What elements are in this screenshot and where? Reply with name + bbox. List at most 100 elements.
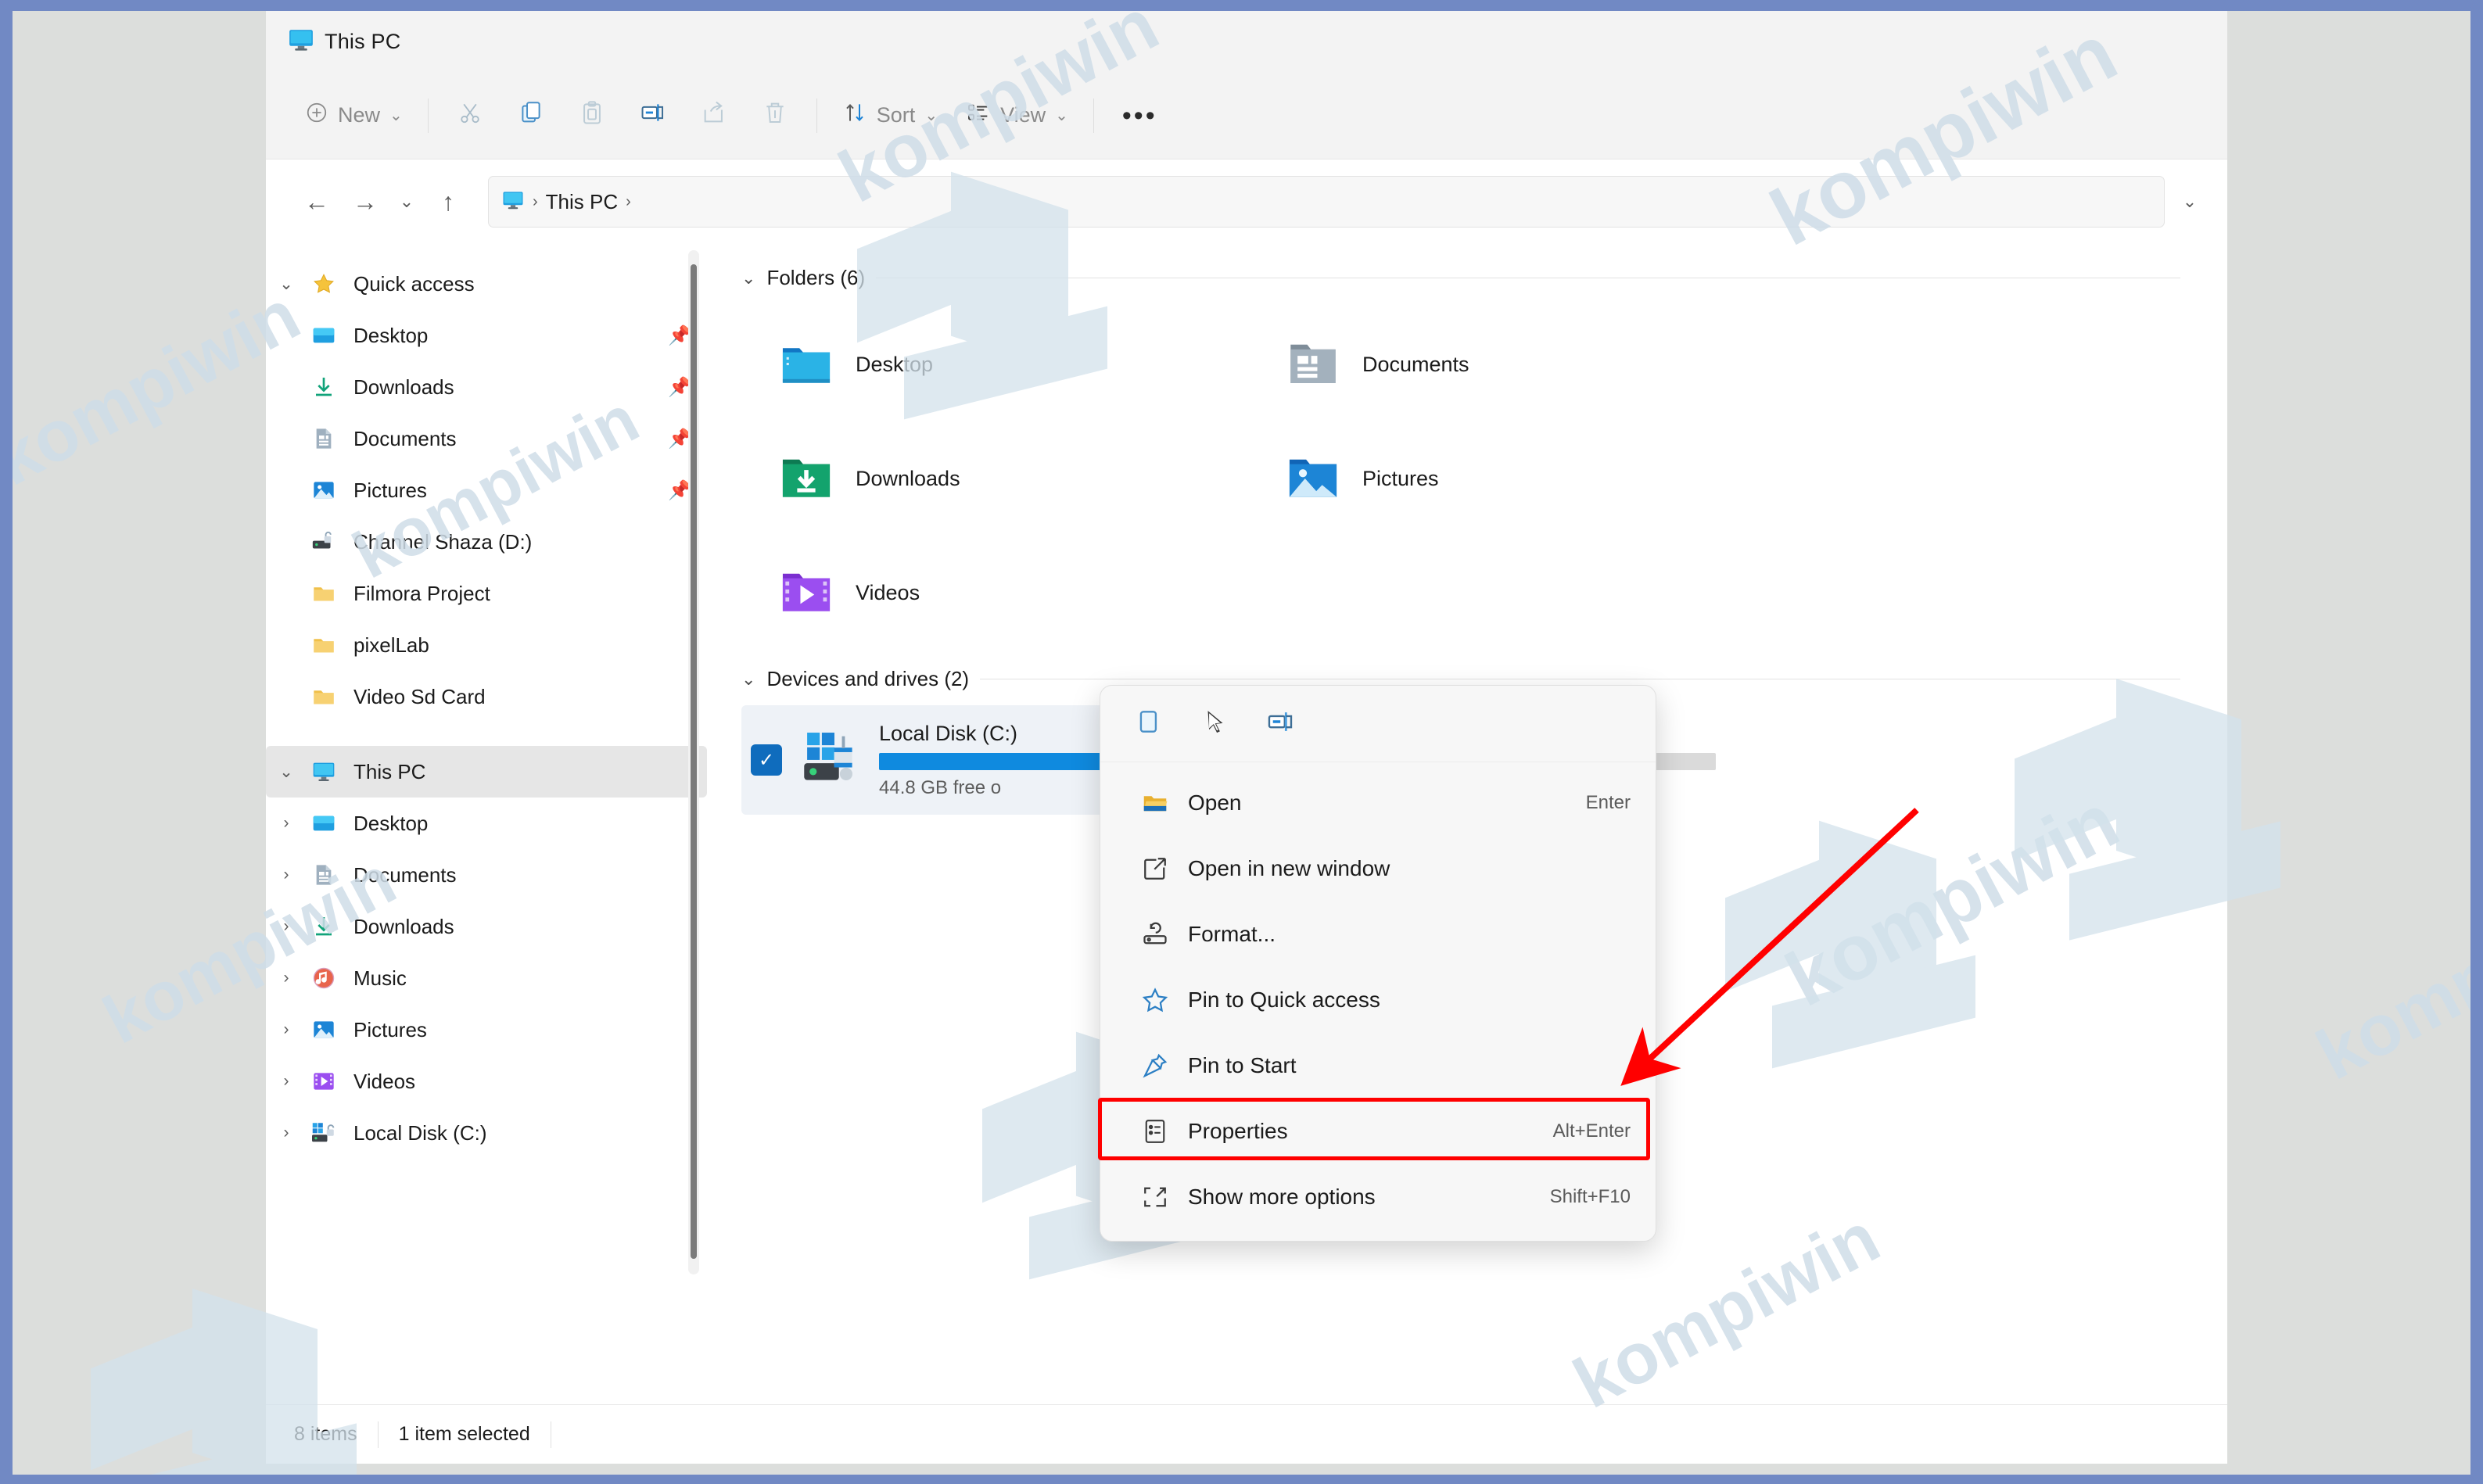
recent-locations-button[interactable]: ⌄: [389, 177, 424, 226]
sort-button[interactable]: Sort ⌄: [828, 90, 952, 142]
copy-icon[interactable]: [1135, 707, 1164, 740]
paste-button[interactable]: [562, 90, 623, 142]
sidebar-item-label: Channel Shaza (D:): [353, 530, 532, 554]
chevron-down-icon[interactable]: ⌄: [741, 669, 755, 690]
rename-icon[interactable]: [1266, 707, 1296, 740]
sidebar-item-desktop[interactable]: Desktop 📌: [266, 310, 707, 361]
folders-group-header[interactable]: ⌄ Folders (6): [741, 266, 2227, 290]
pictures-folder-icon: [1281, 445, 1345, 513]
breadcrumb-item-this-pc[interactable]: This PC: [546, 190, 618, 214]
chevron-right-icon[interactable]: ›: [266, 814, 307, 833]
separator: [428, 99, 429, 133]
document-icon: [307, 426, 341, 451]
sidebar-item-pictures[interactable]: Pictures 📌: [266, 464, 707, 516]
sidebar-scrollbar[interactable]: [688, 250, 699, 1274]
document-icon: [307, 862, 341, 887]
sidebar-item-pc-desktop[interactable]: › Desktop: [266, 798, 707, 849]
sidebar-item-pc-documents[interactable]: › Documents: [266, 849, 707, 901]
context-menu-item-format[interactable]: Format...: [1100, 902, 1656, 967]
share-button[interactable]: [684, 90, 745, 142]
sidebar-item-downloads[interactable]: Downloads 📌: [266, 361, 707, 413]
forward-button[interactable]: →: [341, 177, 389, 226]
folder-tile-desktop[interactable]: Desktop: [741, 307, 1248, 421]
breadcrumb[interactable]: › This PC ›: [488, 176, 2165, 228]
context-menu-item-pin-to-start[interactable]: Pin to Start: [1100, 1033, 1656, 1099]
chevron-down-icon[interactable]: ⌄: [741, 268, 755, 289]
copy-button[interactable]: [501, 90, 562, 142]
sidebar-item-label: Desktop: [353, 812, 428, 836]
sidebar-item-channel-shaza-d[interactable]: Channel Shaza (D:): [266, 516, 707, 568]
folder-tile-downloads[interactable]: Downloads: [741, 421, 1248, 536]
chevron-right-icon[interactable]: ›: [266, 969, 307, 988]
chevron-down-icon: ⌄: [1055, 106, 1068, 125]
status-bar: 8 items 1 item selected: [266, 1404, 2227, 1464]
sidebar-item-pc-pictures[interactable]: › Pictures: [266, 1004, 707, 1056]
chevron-down-icon[interactable]: ⌄: [266, 274, 307, 294]
context-menu-item-show-more-options[interactable]: Show more options Shift+F10: [1100, 1164, 1656, 1230]
chevron-right-icon[interactable]: ›: [266, 1124, 307, 1142]
context-menu-item-label: Open: [1188, 790, 1242, 815]
delete-button[interactable]: [745, 90, 806, 142]
sidebar-item-filmora-project[interactable]: Filmora Project: [266, 568, 707, 619]
music-icon: [307, 966, 341, 991]
rename-button[interactable]: [623, 90, 684, 142]
sidebar-item-local-disk-c[interactable]: › Local Disk (C:): [266, 1107, 707, 1159]
sidebar-item-pc-downloads[interactable]: › Downloads: [266, 901, 707, 952]
more-options-button[interactable]: •••: [1105, 90, 1175, 142]
drive-checkbox[interactable]: ✓: [751, 744, 782, 776]
chevron-right-icon[interactable]: ›: [266, 917, 307, 936]
new-button[interactable]: New ⌄: [291, 90, 417, 142]
folder-tile-label: Desktop: [856, 353, 933, 377]
folder-tile-pictures[interactable]: Pictures: [1248, 421, 1755, 536]
view-button[interactable]: View ⌄: [952, 90, 1082, 142]
breadcrumb-separator: ›: [626, 193, 631, 211]
folder-tile-documents[interactable]: Documents: [1248, 307, 1755, 421]
copy-icon: [518, 99, 544, 131]
chevron-down-icon[interactable]: ⌄: [266, 762, 307, 782]
sidebar-item-label: Filmora Project: [353, 582, 490, 606]
address-expand-button[interactable]: ⌄: [2169, 192, 2210, 212]
context-menu-item-label: Show more options: [1188, 1185, 1376, 1210]
windows-drive-icon: [307, 1119, 341, 1147]
picture-icon: [307, 478, 341, 503]
chevron-right-icon[interactable]: ›: [266, 866, 307, 884]
sidebar-group-quick-access[interactable]: ⌄ Quick access: [266, 258, 707, 310]
more-options-icon: [1136, 1183, 1174, 1211]
scissors-icon: [457, 99, 483, 131]
address-bar: ← → ⌄ ↑ › This PC › ⌄: [266, 160, 2227, 244]
context-menu-item-open[interactable]: Open Enter: [1100, 770, 1656, 836]
sidebar-item-pc-music[interactable]: › Music: [266, 952, 707, 1004]
context-menu-item-open-in-new-window[interactable]: Open in new window: [1100, 836, 1656, 902]
sidebar-item-pixellab[interactable]: pixelLab: [266, 619, 707, 671]
sidebar-item-label: Documents: [353, 427, 457, 451]
share-icon: [701, 99, 727, 131]
pin-icon: [1136, 1052, 1174, 1080]
sidebar-item-documents[interactable]: Documents 📌: [266, 413, 707, 464]
cut-button[interactable]: [440, 90, 501, 142]
sidebar-item-label: Downloads: [353, 915, 454, 939]
sidebar-group-label: Quick access: [353, 272, 475, 296]
sidebar-item-label: Local Disk (C:): [353, 1121, 486, 1145]
up-button[interactable]: ↑: [424, 177, 472, 226]
open-new-window-icon: [1136, 855, 1174, 883]
chevron-right-icon[interactable]: ›: [266, 1072, 307, 1091]
breadcrumb-separator: ›: [533, 193, 538, 211]
cursor-icon: [1200, 707, 1230, 740]
page-canvas: kompiwin kompiwin kompiwin kompiwin komp…: [13, 11, 2470, 1475]
sidebar-item-video-sd-card[interactable]: Video Sd Card: [266, 671, 707, 722]
chevron-right-icon[interactable]: ›: [266, 1020, 307, 1039]
sidebar-item-pc-videos[interactable]: › Videos: [266, 1056, 707, 1107]
context-menu-item-accel: Shift+F10: [1550, 1186, 1631, 1208]
context-menu-item-label: Pin to Start: [1188, 1053, 1297, 1078]
context-menu-item-pin-to-quick-access[interactable]: Pin to Quick access: [1100, 967, 1656, 1033]
folder-tile-videos[interactable]: Videos: [741, 536, 1248, 650]
download-icon: [307, 914, 341, 939]
back-button[interactable]: ←: [292, 177, 341, 226]
sidebar-group-this-pc[interactable]: ⌄ This PC: [266, 746, 707, 798]
folder-icon: [307, 581, 341, 606]
window-title: This PC: [325, 30, 400, 54]
folder-tile-label: Videos: [856, 581, 920, 605]
view-list-icon: [966, 100, 991, 131]
sidebar-item-label: Desktop: [353, 324, 428, 348]
context-menu-item-label: Format...: [1188, 922, 1276, 947]
